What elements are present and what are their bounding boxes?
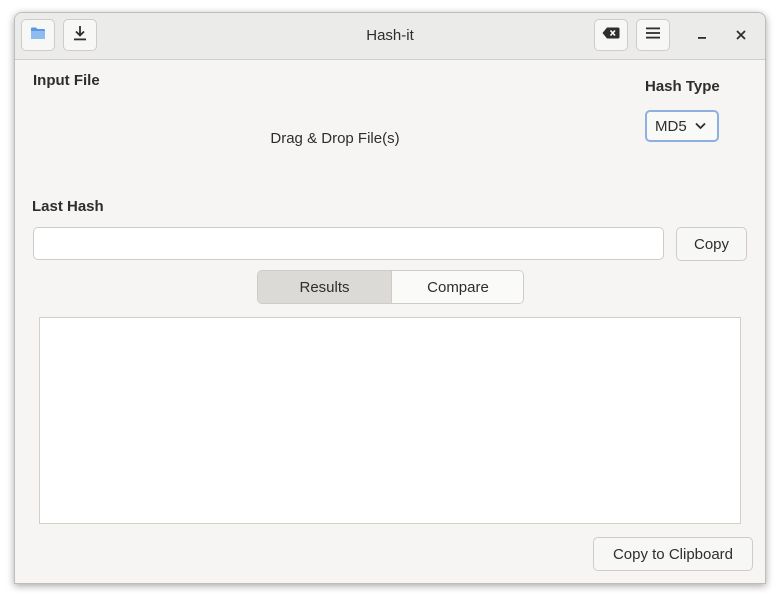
hamburger-menu-icon	[646, 26, 660, 44]
hash-type-label: Hash Type	[645, 78, 720, 95]
input-file-label: Input File	[33, 72, 100, 89]
last-hash-label: Last Hash	[32, 198, 104, 215]
open-file-button[interactable]	[21, 19, 55, 51]
copy-button[interactable]: Copy	[676, 227, 747, 261]
tab-results[interactable]: Results	[258, 271, 392, 303]
view-switcher: Results Compare	[257, 270, 524, 304]
copy-to-clipboard-button[interactable]: Copy to Clipboard	[593, 537, 753, 571]
minimize-button[interactable]	[690, 23, 714, 47]
close-icon	[736, 27, 746, 44]
hash-type-selected: MD5	[655, 117, 687, 135]
tab-compare[interactable]: Compare	[392, 271, 523, 303]
folder-icon	[30, 26, 46, 45]
clear-button[interactable]	[594, 19, 628, 51]
results-view[interactable]	[39, 317, 741, 524]
main-menu-button[interactable]	[636, 19, 670, 51]
chevron-down-icon	[695, 122, 706, 130]
drop-zone[interactable]: Drag & Drop File(s)	[15, 130, 655, 147]
close-button[interactable]	[729, 23, 753, 47]
hash-type-dropdown[interactable]: MD5	[645, 110, 719, 142]
minimize-icon	[697, 27, 707, 44]
header-bar: Hash-it	[15, 13, 765, 60]
download-icon	[73, 25, 87, 46]
backspace-clear-icon	[602, 26, 620, 44]
app-window: Hash-it Input File Drag & Drop File(s) H…	[14, 12, 766, 584]
last-hash-field[interactable]	[33, 227, 664, 260]
save-button[interactable]	[63, 19, 97, 51]
